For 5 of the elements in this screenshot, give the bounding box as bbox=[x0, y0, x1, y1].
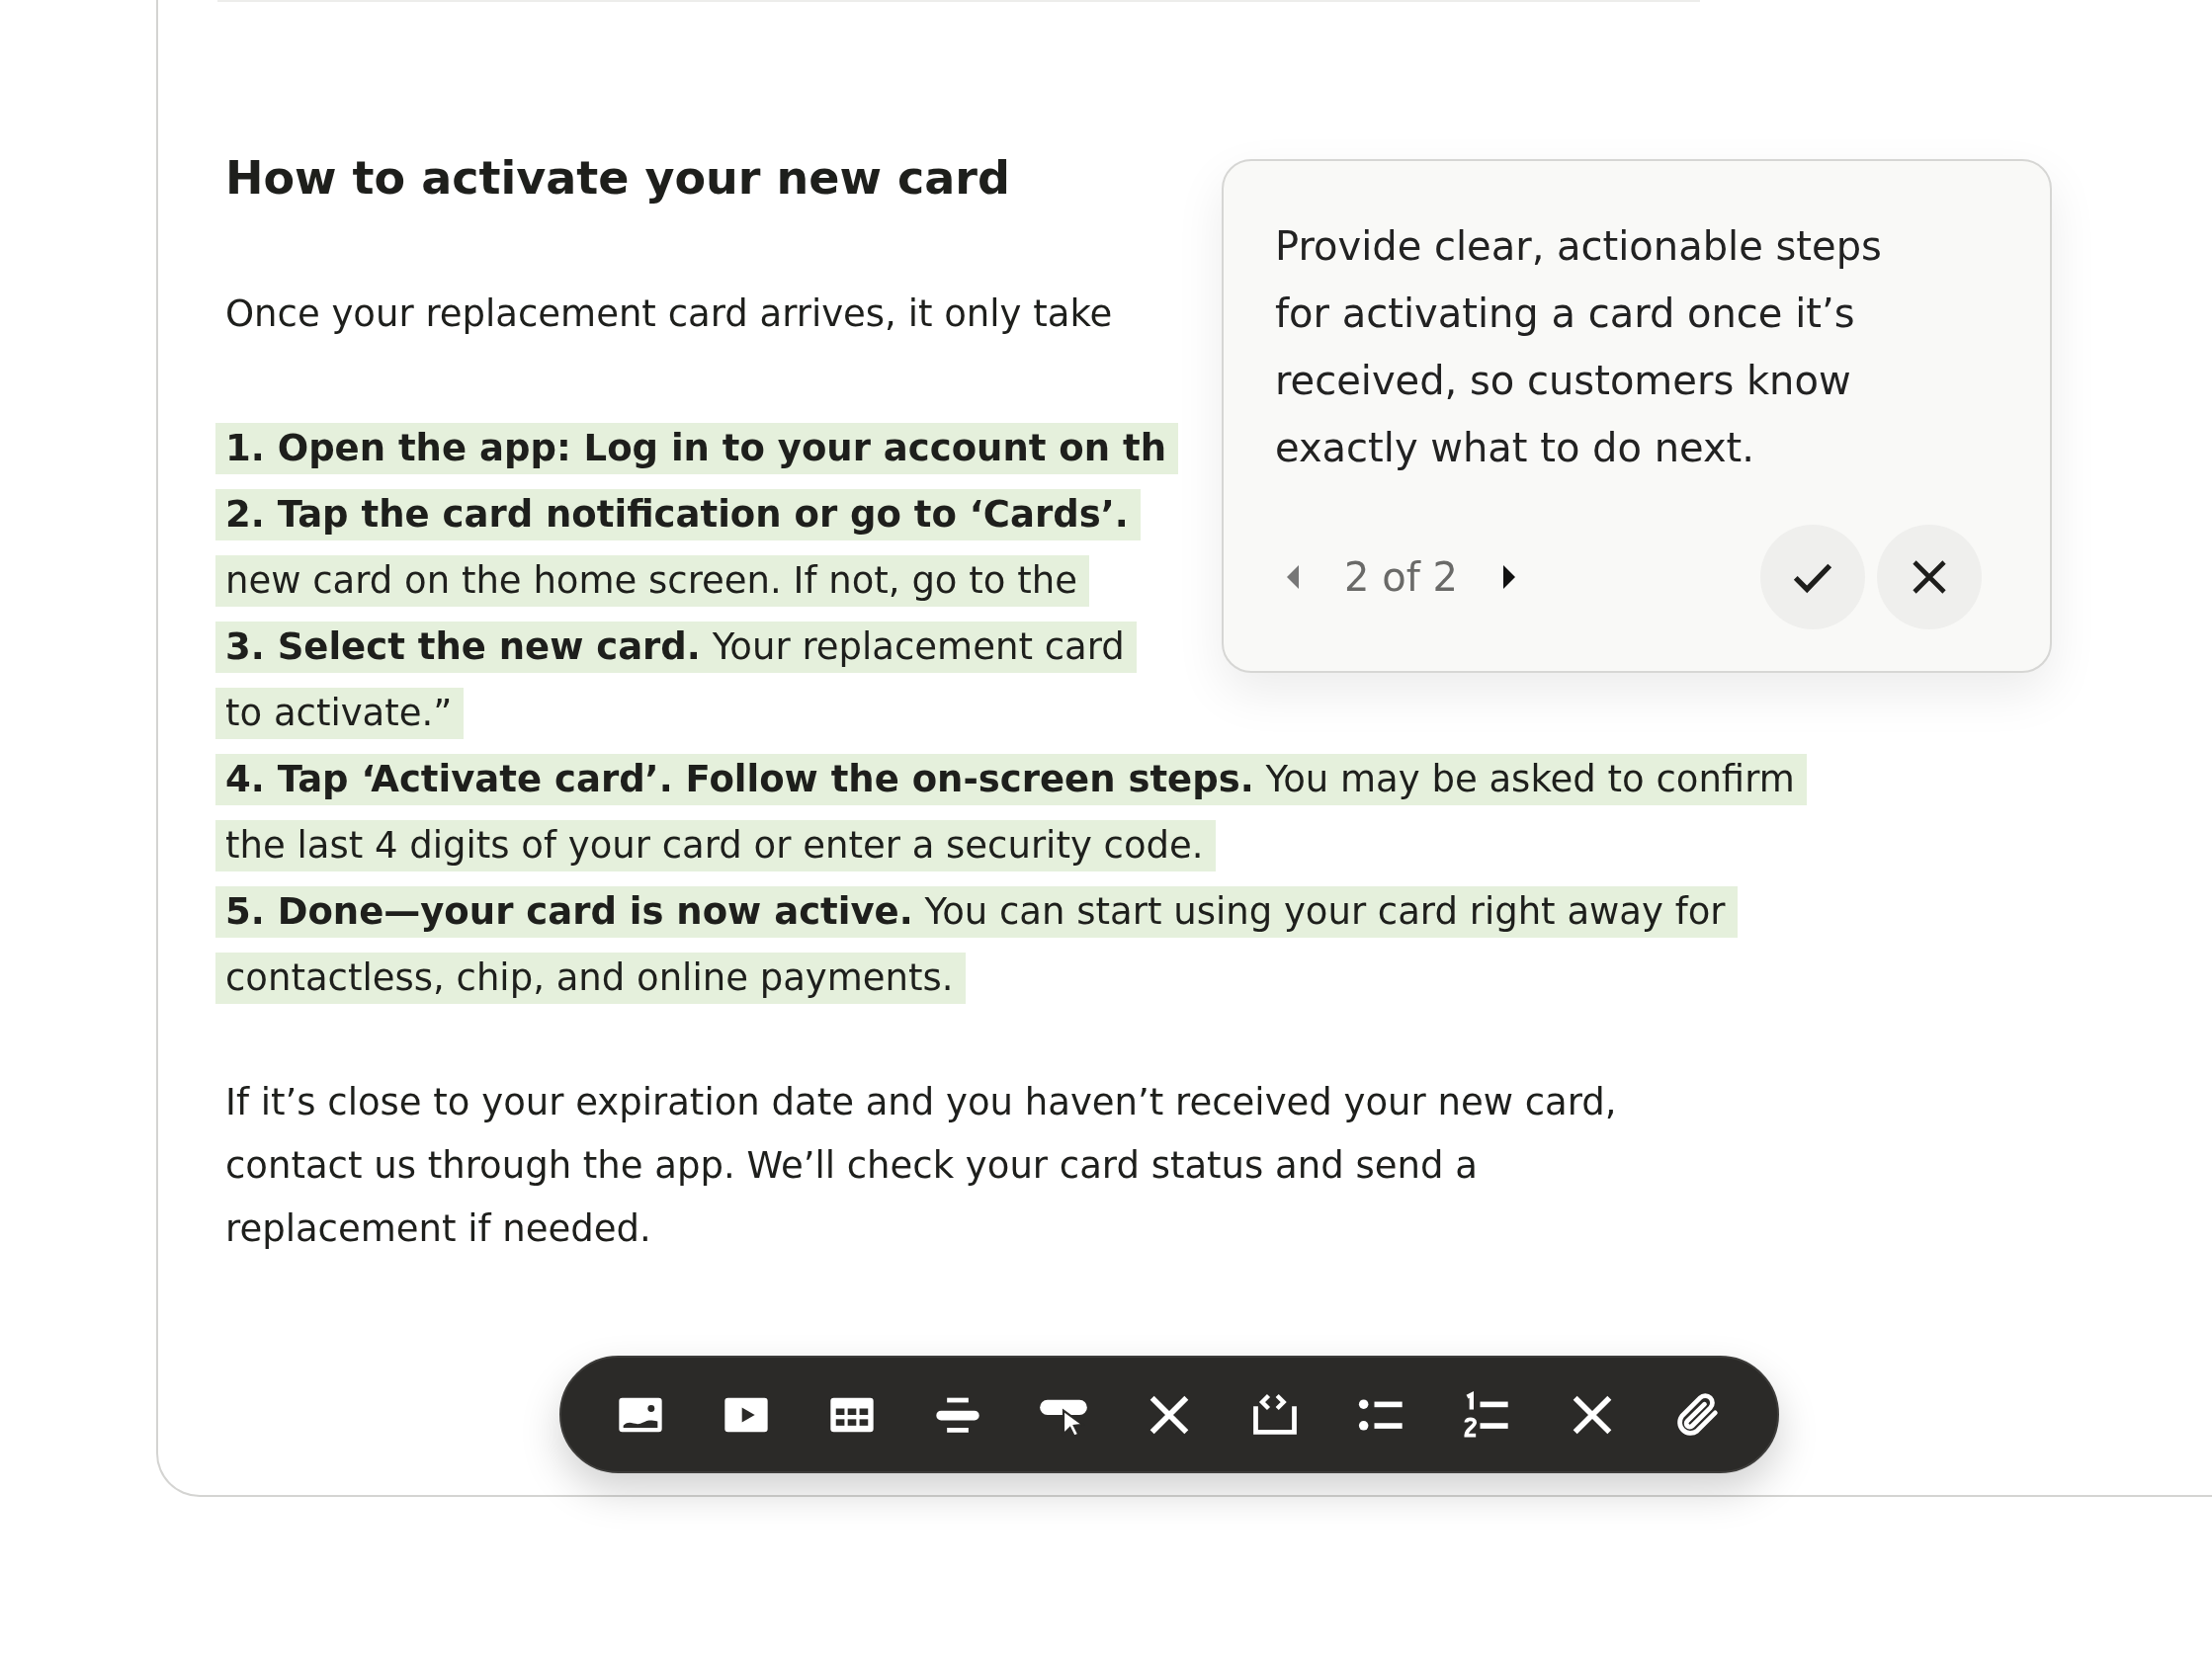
page-counter: 2 of 2 bbox=[1344, 554, 1458, 600]
intro-paragraph: Once your replacement card arrives, it only take bbox=[225, 291, 1113, 337]
suggestion-text: Provide clear, actionable steps for activating a card once it’s received, so customers know exactly what to do next. bbox=[1275, 222, 1883, 472]
article-heading: How to activate your new card bbox=[225, 150, 1011, 207]
closing-paragraph: If it’s close to your expiration date and you haven’t received your new card, contact us through the app. We’ll check your card status and send a replacement if needed. bbox=[225, 1080, 1618, 1252]
